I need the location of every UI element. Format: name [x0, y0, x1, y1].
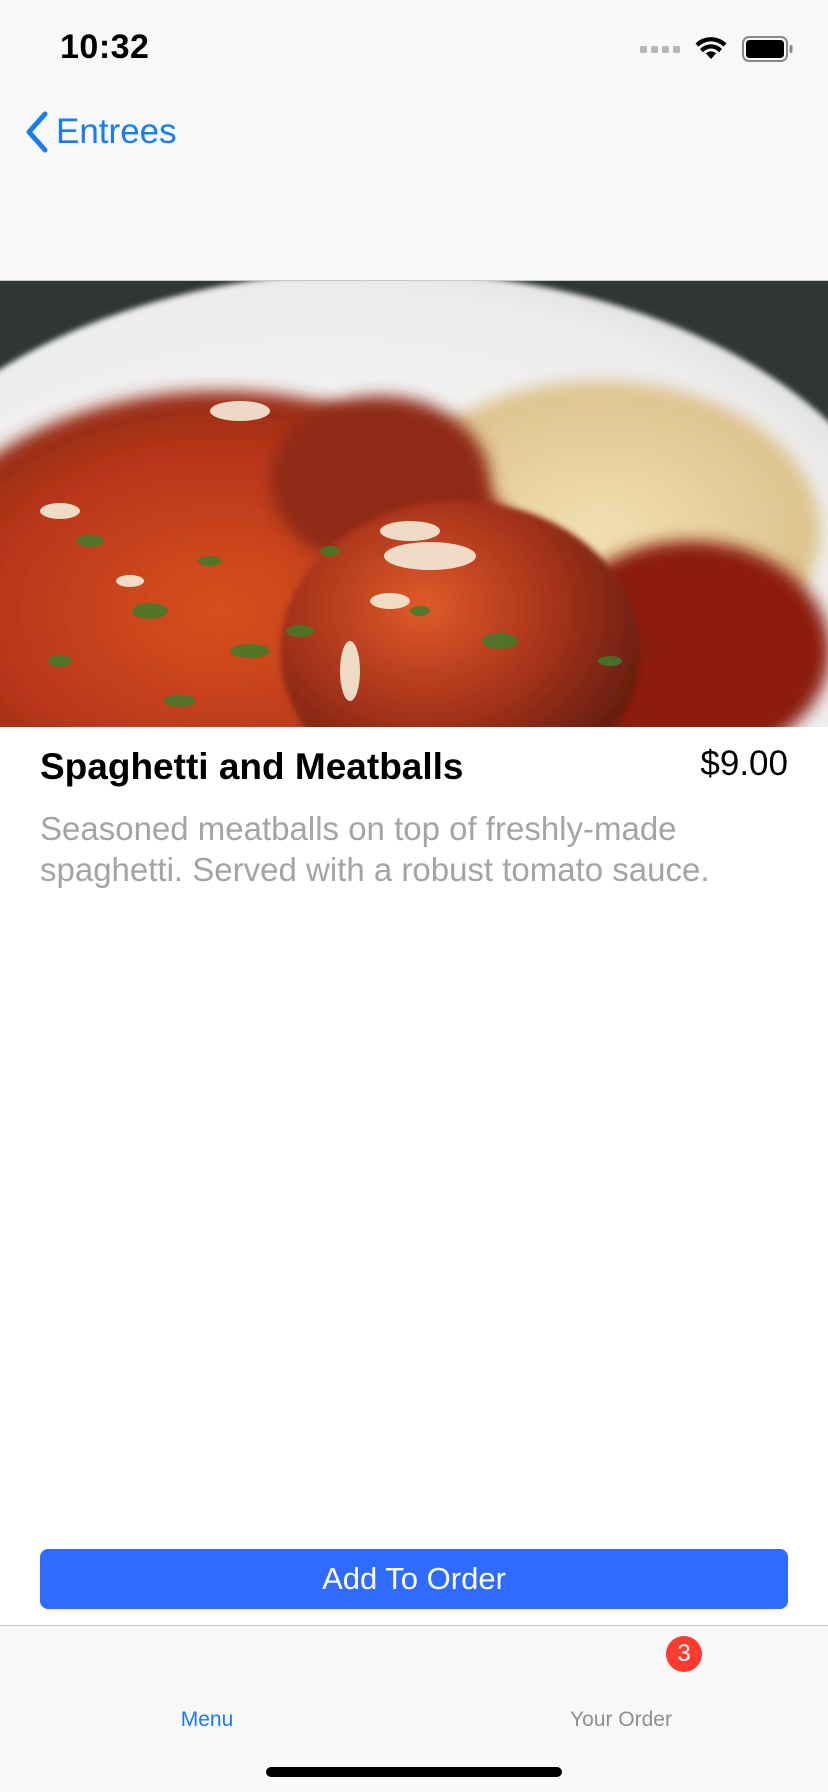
status-time: 10:32	[60, 28, 150, 66]
item-detail-screen: 10:32 Entrees Spaghetti and Meatballs $9…	[0, 0, 828, 1792]
navigation-bar: Entrees	[0, 100, 828, 281]
item-description: Seasoned meatballs on top of freshly-mad…	[40, 810, 710, 888]
tab-your-order-label: Your Order	[570, 1708, 672, 1731]
tab-menu[interactable]: Menu	[0, 1626, 414, 1736]
back-label: Entrees	[56, 112, 177, 151]
battery-icon	[742, 36, 793, 62]
item-price: $9.00	[700, 744, 788, 783]
home-indicator	[266, 1767, 562, 1777]
add-to-order-button[interactable]: Add To Order	[40, 1549, 788, 1609]
order-count-badge: 3	[666, 1636, 702, 1672]
tab-your-order[interactable]: 3 Your Order	[414, 1626, 828, 1736]
cellular-signal-icon	[640, 45, 680, 53]
chevron-left-icon	[26, 111, 48, 153]
status-icons	[640, 36, 794, 62]
wifi-icon	[695, 37, 727, 59]
item-name: Spaghetti and Meatballs	[40, 746, 464, 787]
tab-menu-label: Menu	[180, 1708, 234, 1731]
back-button[interactable]: Entrees	[24, 110, 177, 154]
food-photo	[0, 281, 828, 727]
status-bar: 10:32	[0, 0, 828, 100]
